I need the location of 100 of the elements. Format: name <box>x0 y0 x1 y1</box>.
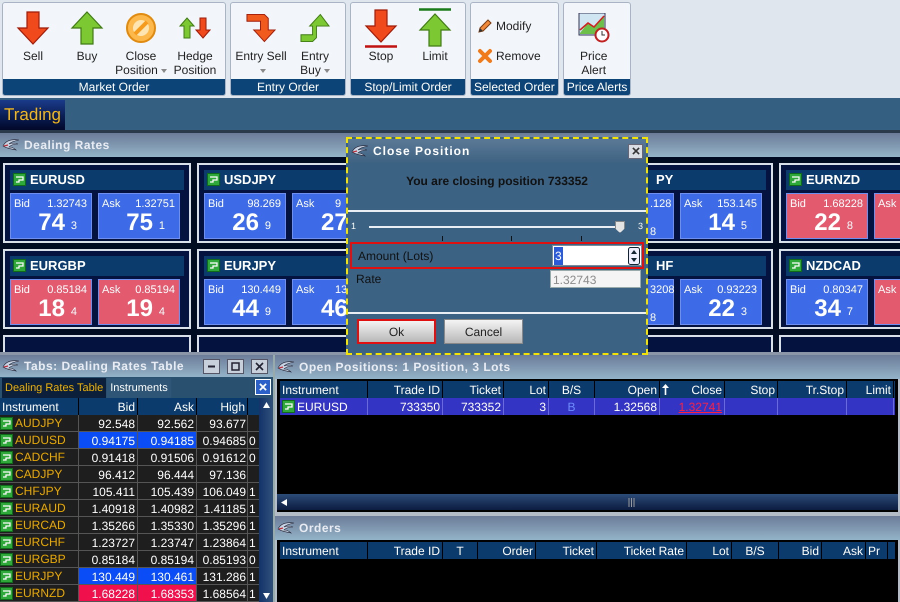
toolbar-button[interactable]: Stop <box>355 7 407 63</box>
toolbar-button[interactable]: Close Position <box>115 7 167 77</box>
quote-price: 0.85194 <box>135 282 175 298</box>
quote-label: Ask <box>102 196 120 212</box>
quote-box[interactable]: Ask <box>874 192 900 238</box>
amount-field[interactable]: 3 <box>552 245 642 266</box>
table-cell: 1.32568 <box>595 398 660 415</box>
small-pip: 3 <box>70 219 77 234</box>
instrument-icon <box>0 434 13 446</box>
dialog-button[interactable]: Cancel <box>444 319 523 344</box>
quote-price: 0.93223 <box>717 282 757 298</box>
minimize-button[interactable] <box>203 358 220 374</box>
close-button[interactable] <box>251 358 268 374</box>
slider[interactable] <box>369 220 625 234</box>
quote-price: 98.269 <box>247 196 281 212</box>
column-header[interactable]: Ticket Rate <box>597 542 687 559</box>
toolbar-button[interactable]: Modify <box>477 17 552 35</box>
table-cell: 97.136 <box>197 466 248 482</box>
sort-arrow-icon <box>662 384 669 395</box>
column-header[interactable]: Ticket <box>536 542 597 559</box>
horizontal-scrollbar[interactable] <box>277 494 898 510</box>
toolbar-button[interactable]: Price Alert <box>568 7 620 77</box>
table-cell-text: 0 <box>248 450 257 465</box>
table-cell: 130.461 <box>138 568 197 584</box>
quote-box[interactable]: Ask 0.93223 22 3 <box>680 278 762 324</box>
table-cell-text: 1 <box>248 535 257 550</box>
toolbar-button[interactable]: Hedge Position <box>169 7 221 77</box>
column-header[interactable]: Instrument <box>280 542 368 559</box>
panel-tab[interactable]: Instruments <box>107 378 171 398</box>
column-header[interactable]: Order <box>478 542 536 559</box>
quote-box[interactable]: Bid 130.449 44 9 <box>204 278 286 324</box>
instrument-cell: CADCHF <box>0 449 79 465</box>
quote-label: Ask <box>102 282 120 298</box>
table-cell: 1.23864 <box>197 534 248 550</box>
instrument-icon <box>207 173 220 186</box>
small-pip: 3 <box>740 305 747 320</box>
quote-label: Ask <box>878 196 896 212</box>
column-header[interactable]: Pr <box>866 542 888 559</box>
column-header[interactable]: Ask <box>822 542 866 559</box>
quote-box[interactable]: Bid 0.80347 34 7 <box>786 278 868 324</box>
table-cell: 130.449 <box>79 568 138 584</box>
column-header[interactable]: Lot <box>687 542 732 559</box>
close-button[interactable] <box>628 144 643 158</box>
toolbar-button[interactable]: Entry Buy <box>289 7 341 77</box>
table-cell: 1.68564 <box>197 585 248 601</box>
instrument-cell: EURCAD <box>0 517 79 533</box>
toolbar-button[interactable]: Limit <box>409 7 461 63</box>
table-cell-text: 0 <box>248 552 257 567</box>
quote-price: 1.32743 <box>47 196 87 212</box>
scroll-left-icon <box>280 498 287 506</box>
instrument-name: EURNZD <box>806 171 860 189</box>
down-arrow-icon <box>364 8 398 48</box>
quote-label: Ask <box>296 282 314 298</box>
toolbar-button[interactable]: Sell <box>7 7 59 63</box>
quote-box[interactable]: Ask 1.32751 75 1 <box>98 192 180 238</box>
column-header[interactable]: T <box>443 542 478 559</box>
small-pip: 4 <box>70 305 77 320</box>
big-pips: 74 <box>38 210 65 236</box>
dialog-button[interactable]: Ok <box>357 319 436 344</box>
small-pip: 8 <box>650 225 656 240</box>
scroll-down-icon <box>262 592 270 599</box>
quote-box[interactable]: Bid 1.68228 22 8 <box>786 192 868 238</box>
instrument-icon <box>0 586 13 600</box>
vertical-scrollbar[interactable] <box>259 398 273 602</box>
column-header[interactable]: Trade ID <box>368 542 443 559</box>
table-cell: 105.439 <box>138 483 197 499</box>
toolbar-button[interactable]: Entry Sell <box>235 7 287 77</box>
slider-thumb[interactable] <box>614 221 625 233</box>
instrument-cell: EURJPY <box>0 568 79 584</box>
table-cell: 106.049 <box>197 483 248 499</box>
quote-price: 130.449 <box>241 282 281 298</box>
quote-box[interactable]: Ask <box>874 278 900 324</box>
quote-box[interactable]: Ask 153.145 14 5 <box>680 192 762 238</box>
column-header[interactable]: Bid <box>779 542 822 559</box>
small-pip: 9 <box>264 219 271 234</box>
table-cell: EURUSD <box>280 398 368 415</box>
instrument-icon <box>0 450 13 464</box>
maximize-button[interactable] <box>227 358 244 374</box>
dialog-message: You are closing position 733352 <box>405 173 589 190</box>
position-row[interactable]: EURUSD 733350 733352 3 B 1.32568 1.32741 <box>280 398 895 415</box>
table-cell: 0.91418 <box>79 449 138 465</box>
panel-tab[interactable]: Dealing Rates Table <box>2 378 106 398</box>
small-pip: 7 <box>846 305 853 320</box>
instrument-name: NZDCAD <box>806 257 861 275</box>
group-label: Stop/Limit Order <box>351 79 465 95</box>
no-sign-icon <box>124 11 158 45</box>
quote-box[interactable]: Bid 1.32743 74 3 <box>10 192 92 238</box>
column-header[interactable]: B/S <box>732 542 779 559</box>
quote-label: Bid <box>14 196 30 212</box>
quote-box[interactable]: Ask 0.85194 19 4 <box>98 278 180 324</box>
up-arrow-icon <box>418 8 452 48</box>
toolbar-button[interactable]: Buy <box>61 7 113 63</box>
quote-box[interactable]: Bid 98.269 26 9 <box>204 192 286 238</box>
toolbar-button[interactable]: Remove <box>477 47 552 65</box>
bent-up-arrow-icon <box>300 13 330 43</box>
quote-box[interactable]: Bid 0.85184 18 4 <box>10 278 92 324</box>
table-cell: 0.85184 <box>79 551 138 567</box>
workspace-tab[interactable]: Trading <box>0 100 66 130</box>
group-label: Market Order <box>3 79 225 95</box>
instrument-icon <box>0 536 13 548</box>
